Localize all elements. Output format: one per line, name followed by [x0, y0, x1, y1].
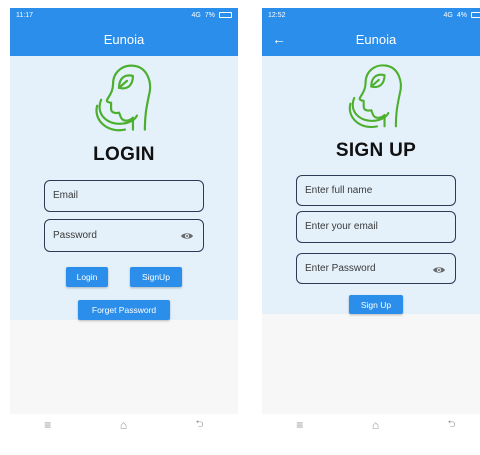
status-bar: 12:52 4G 4% [262, 8, 480, 22]
password-input[interactable] [53, 230, 195, 242]
app-bar: ← Eunoia [262, 22, 480, 56]
status-bar: 11:17 4G 7% [10, 8, 238, 22]
app-title: Eunoia [355, 31, 397, 47]
app-title: Eunoia [103, 31, 145, 47]
status-battery-percent: 7% [204, 11, 215, 19]
status-time: 11:17 [16, 11, 33, 19]
name-field[interactable] [296, 174, 456, 207]
email-field[interactable] [44, 179, 204, 213]
password-field[interactable] [296, 252, 456, 285]
status-network: 4G [443, 11, 453, 19]
battery-icon [219, 12, 232, 18]
status-network: 4G [191, 11, 201, 19]
signup-button[interactable]: Sign Up [349, 295, 403, 314]
eunoia-logo-icon [95, 64, 152, 132]
nav-back-icon[interactable]: ⮌ [196, 417, 204, 434]
page-title: LOGIN [93, 143, 155, 165]
password-field[interactable] [44, 219, 204, 253]
login-button[interactable]: Login [66, 267, 108, 288]
signup-form: SIGN UP Sign Up [262, 56, 480, 314]
email-field[interactable] [296, 211, 456, 243]
auth-buttons: Login SignUp [66, 267, 182, 288]
eye-icon[interactable] [180, 231, 194, 241]
menu-icon[interactable]: ≡ [44, 418, 51, 432]
system-nav-bar: ≡ ⌂ ⮌ [262, 414, 480, 436]
home-icon[interactable]: ⌂ [372, 418, 379, 432]
home-icon[interactable]: ⌂ [120, 418, 127, 432]
email-input[interactable] [305, 221, 447, 233]
battery-icon [471, 12, 480, 18]
password-input[interactable] [305, 262, 447, 274]
app-bar: Eunoia [10, 22, 238, 56]
eunoia-logo-icon [348, 64, 402, 129]
signup-button[interactable]: SignUp [130, 267, 182, 288]
back-arrow-icon[interactable]: ← [272, 22, 286, 56]
name-input[interactable] [305, 185, 447, 197]
system-nav-bar: ≡ ⌂ ⮌ [10, 414, 238, 436]
menu-icon[interactable]: ≡ [296, 418, 303, 432]
forget-password-button[interactable]: Forget Password [78, 300, 170, 321]
status-battery-percent: 4% [456, 11, 467, 19]
email-input[interactable] [53, 190, 195, 202]
status-time: 12:52 [268, 11, 286, 19]
login-form: LOGIN Login SignUp Forget Password [10, 56, 238, 321]
page-title: SIGN UP [335, 139, 417, 161]
eye-icon[interactable] [432, 265, 446, 275]
login-screen: 11:17 4G 7% Eunoia LOGIN Email Login Sig… [10, 8, 238, 436]
signup-screen: 12:52 4G 4% ← Eunoia SIGN UP Enter full … [262, 8, 480, 436]
nav-back-icon[interactable]: ⮌ [448, 417, 456, 434]
